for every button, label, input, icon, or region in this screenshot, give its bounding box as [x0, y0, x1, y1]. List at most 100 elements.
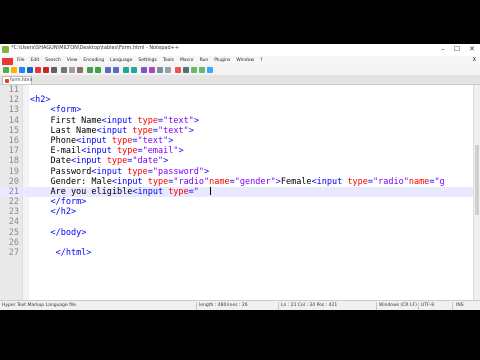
code-text[interactable]: Phone<input type="text">	[30, 136, 173, 146]
save-all-icon[interactable]	[27, 67, 33, 73]
code-text[interactable]: </html>	[30, 248, 92, 258]
code-text[interactable]: First Name<input type="text">	[30, 116, 198, 126]
code-text[interactable]: <form>	[30, 105, 81, 115]
code-text[interactable]: Are you eligible<input type="	[30, 187, 212, 197]
run-macro-multiple-icon[interactable]	[199, 67, 205, 73]
code-text[interactable]: E-mail<input type="email">	[30, 146, 183, 156]
menu-language[interactable]: Language	[107, 56, 135, 63]
new-file-icon[interactable]	[3, 67, 9, 73]
code-text[interactable]: Gender: Male<input type="radio"name="gen…	[30, 177, 444, 187]
close-document-icon[interactable]: X	[473, 57, 476, 63]
indent-guide-icon[interactable]	[165, 67, 171, 73]
line-number: 20	[8, 176, 19, 187]
tab-form-html[interactable]: form.html	[2, 76, 32, 84]
close-button[interactable]: ✕	[465, 44, 479, 55]
menu-tools[interactable]: Tools	[160, 56, 177, 63]
code-line[interactable]: 27 </html>	[0, 248, 474, 258]
status-divider	[278, 302, 279, 310]
code-line[interactable]: 24	[0, 217, 474, 227]
code-line[interactable]: 19 Password<input type="password">	[0, 167, 474, 177]
zoom-out-icon[interactable]	[131, 67, 137, 73]
close-file-icon[interactable]	[35, 67, 41, 73]
code-line[interactable]: 17 E-mail<input type="email">	[0, 146, 474, 156]
print-icon[interactable]	[51, 67, 57, 73]
record-macro-icon[interactable]	[175, 67, 181, 73]
code-text[interactable]: Last Name<input type="text">	[30, 126, 193, 136]
status-eol[interactable]: Windows (CR LF)	[379, 303, 417, 308]
menu-help[interactable]: ?	[257, 56, 265, 63]
play-macro-icon[interactable]	[191, 67, 197, 73]
window-title: *C:\Users\SHAGUN\MILTON\Desktop\tables\F…	[11, 45, 180, 51]
code-line-current[interactable]: 21 Are you eligible<input type="	[0, 186, 474, 198]
code-line[interactable]: 26	[0, 238, 474, 248]
code-line[interactable]	[0, 268, 474, 278]
code-line[interactable]: 23 </h2>	[0, 207, 474, 217]
status-file-type: Hyper Text Markup Language file	[2, 303, 77, 308]
status-divider	[452, 302, 453, 310]
code-lines[interactable]: 11 12 <h2> 13 <form> 14 First Name<input typ…	[0, 85, 474, 301]
code-line[interactable]	[0, 258, 474, 268]
menu-run[interactable]: Run	[197, 56, 212, 63]
word-wrap-icon[interactable]	[149, 67, 155, 73]
menu-view[interactable]: View	[64, 56, 81, 63]
code-text[interactable]: <h2>	[30, 95, 50, 105]
menu-encoding[interactable]: Encoding	[80, 56, 107, 63]
stop-macro-icon[interactable]	[183, 67, 189, 73]
code-editor[interactable]: 11 12 <h2> 13 <form> 14 First Name<input typ…	[0, 85, 480, 301]
line-number: 17	[8, 146, 19, 157]
cut-icon[interactable]	[61, 67, 67, 73]
code-line[interactable]: 15 Last Name<input type="text">	[0, 126, 474, 136]
line-number: 27	[8, 248, 19, 258]
redo-icon[interactable]	[95, 67, 101, 73]
menu-search[interactable]: Search	[42, 56, 63, 63]
status-divider	[196, 302, 197, 310]
save-macro-icon[interactable]	[207, 67, 213, 73]
code-line[interactable]: 12 <h2>	[0, 95, 474, 105]
menu-file[interactable]: File	[14, 56, 28, 63]
paste-icon[interactable]	[77, 67, 83, 73]
code-line[interactable]: 18 Date<input type="date">	[0, 156, 474, 166]
status-insert-mode[interactable]: INS	[456, 303, 464, 308]
line-number: 23	[8, 207, 19, 218]
text-cursor	[210, 187, 212, 196]
code-line[interactable]: 22 </form>	[0, 197, 474, 207]
status-cursor-position: Ln : 21 Col : 34 Pos : 421	[281, 303, 338, 308]
replace-icon[interactable]	[113, 67, 119, 73]
menu-plugins[interactable]: Plugins	[211, 56, 233, 63]
maximize-button[interactable]: ☐	[450, 44, 464, 55]
code-line[interactable]: 20 Gender: Male<input type="radio"name="…	[0, 177, 474, 187]
code-text[interactable]: Password<input type="password">	[30, 167, 209, 177]
status-encoding[interactable]: UTF-8	[421, 303, 434, 308]
code-line[interactable]: 14 First Name<input type="text">	[0, 116, 474, 126]
code-text[interactable]: </body>	[30, 228, 86, 238]
code-text[interactable]: </h2>	[30, 207, 76, 217]
code-line[interactable]: 25 </body>	[0, 228, 474, 238]
minimize-button[interactable]: –	[436, 44, 450, 55]
find-icon[interactable]	[105, 67, 111, 73]
menu-settings[interactable]: Settings	[135, 56, 159, 63]
document-menu-icon[interactable]	[2, 58, 13, 65]
show-all-chars-icon[interactable]	[157, 67, 163, 73]
undo-icon[interactable]	[87, 67, 93, 73]
line-number: 26	[8, 237, 19, 248]
code-line[interactable]: 16 Phone<input type="text">	[0, 136, 474, 146]
copy-icon[interactable]	[69, 67, 75, 73]
sync-scroll-icon[interactable]	[141, 67, 147, 73]
vertical-scrollbar[interactable]	[473, 85, 480, 301]
open-file-icon[interactable]	[11, 67, 17, 73]
line-number: 18	[8, 156, 19, 167]
code-text[interactable]: Date<input type="date">	[30, 156, 168, 166]
menu-macro[interactable]: Macro	[177, 56, 197, 63]
line-number: 15	[8, 125, 19, 136]
menu-edit[interactable]: Edit	[28, 56, 43, 63]
zoom-in-icon[interactable]	[123, 67, 129, 73]
code-line[interactable]: 13 <form>	[0, 105, 474, 115]
save-icon[interactable]	[19, 67, 25, 73]
status-divider	[376, 302, 377, 310]
tab-label: form.html	[10, 78, 33, 83]
vertical-scroll-thumb[interactable]	[475, 145, 479, 215]
code-line[interactable]: 11	[0, 85, 474, 95]
close-all-icon[interactable]	[43, 67, 49, 73]
menu-window[interactable]: Window	[233, 56, 257, 63]
code-text[interactable]: </form>	[30, 197, 86, 207]
